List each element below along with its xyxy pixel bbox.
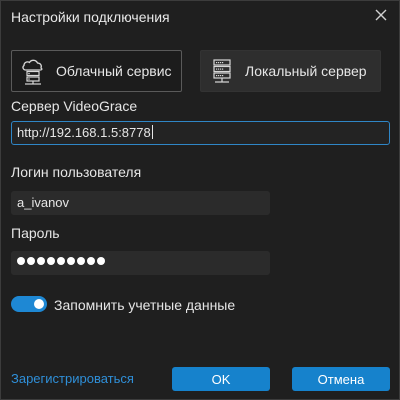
toggle-knob <box>34 299 44 309</box>
server-url-input[interactable]: http://192.168.1.5:8778 <box>11 121 390 145</box>
close-icon[interactable] <box>373 7 389 23</box>
cancel-button[interactable]: Отмена <box>292 367 390 391</box>
password-dot <box>77 257 85 265</box>
cloud-service-label: Облачный сервис <box>56 63 172 79</box>
login-label: Логин пользователя <box>11 164 142 180</box>
cloud-server-icon <box>18 56 48 86</box>
login-input[interactable]: a_ivanov <box>11 191 270 215</box>
password-mask <box>17 255 264 265</box>
password-input[interactable] <box>11 251 270 275</box>
password-dot <box>37 257 45 265</box>
password-label: Пароль <box>11 225 60 241</box>
register-link[interactable]: Зарегистрироваться <box>11 371 134 386</box>
password-dot <box>67 257 75 265</box>
server-rack-icon <box>207 56 237 86</box>
local-server-button[interactable]: Локальный сервер <box>200 50 381 92</box>
password-dot <box>57 257 65 265</box>
connection-settings-dialog: Настройки подключения Облачный сервис Ло… <box>0 0 400 400</box>
text-caret <box>151 125 153 139</box>
password-dot <box>87 257 95 265</box>
remember-label: Запомнить учетные данные <box>54 297 236 313</box>
server-label: Сервер VideoGrace <box>11 98 138 114</box>
dialog-title: Настройки подключения <box>11 9 170 25</box>
ok-button[interactable]: OK <box>172 367 270 391</box>
local-server-label: Локальный сервер <box>245 63 367 79</box>
password-dot <box>17 257 25 265</box>
remember-toggle[interactable] <box>11 296 47 312</box>
password-dot <box>97 257 105 265</box>
login-value: a_ivanov <box>17 195 70 210</box>
server-url-value: http://192.168.1.5:8778 <box>17 125 151 140</box>
password-dot <box>47 257 55 265</box>
password-dot <box>27 257 35 265</box>
cloud-service-button[interactable]: Облачный сервис <box>11 50 182 92</box>
